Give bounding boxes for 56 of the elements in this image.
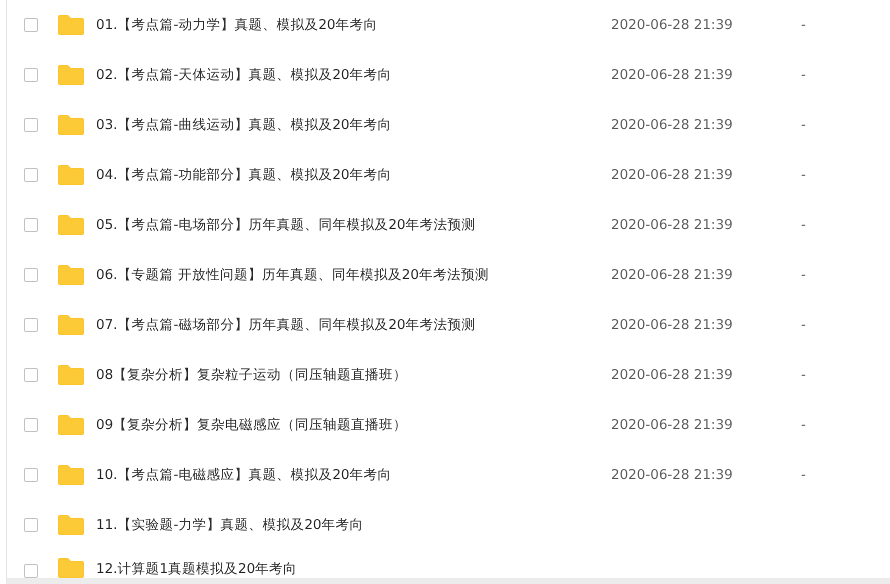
folder-icon xyxy=(58,265,84,285)
file-size: - xyxy=(801,17,806,33)
modified-date: 2020-06-28 21:39 xyxy=(611,17,734,33)
folder-icon xyxy=(58,165,84,185)
folder-name[interactable]: 12.计算题1真题模拟及20年考向 xyxy=(96,560,611,578)
folder-name[interactable]: 01.【考点篇-动力学】真题、模拟及20年考向 xyxy=(96,16,611,34)
folder-name[interactable]: 06.【专题篇 开放性问题】历年真题、同年模拟及20年考法预测 xyxy=(96,266,611,284)
folder-icon xyxy=(58,465,84,485)
checkbox[interactable] xyxy=(24,18,38,32)
modified-date: 2020-06-28 21:39 xyxy=(611,417,734,433)
folder-name[interactable]: 08【复杂分析】复杂粒子运动（同压轴题直播班） xyxy=(96,366,611,384)
modified-date: 2020-06-28 21:39 xyxy=(611,117,734,133)
folder-icon xyxy=(58,115,84,135)
modified-date: 2020-06-28 21:39 xyxy=(611,267,734,283)
file-size: - xyxy=(801,467,806,483)
folder-name[interactable]: 04.【考点篇-功能部分】真题、模拟及20年考向 xyxy=(96,166,611,184)
folder-icon xyxy=(58,415,84,435)
modified-date: 2020-06-28 21:39 xyxy=(611,217,734,233)
file-size: - xyxy=(801,417,806,433)
file-size: - xyxy=(801,367,806,383)
modified-date: 2020-06-28 21:39 xyxy=(611,317,734,333)
checkbox[interactable] xyxy=(24,68,38,82)
folder-icon xyxy=(58,315,84,335)
folder-icon xyxy=(58,65,84,85)
checkbox[interactable] xyxy=(24,368,38,382)
folder-name[interactable]: 03.【考点篇-曲线运动】真题、模拟及20年考向 xyxy=(96,116,611,134)
checkbox[interactable] xyxy=(24,318,38,332)
file-size: - xyxy=(801,317,806,333)
folder-name[interactable]: 02.【考点篇-天体运动】真题、模拟及20年考向 xyxy=(96,66,611,84)
folder-name[interactable]: 07.【考点篇-磁场部分】历年真题、同年模拟及20年考法预测 xyxy=(96,316,611,334)
folder-icon xyxy=(58,15,84,35)
checkbox[interactable] xyxy=(24,518,38,532)
folder-name[interactable]: 11.【实验题-力学】真题、模拟及20年考向 xyxy=(96,516,611,534)
modified-date: 2020-06-28 21:39 xyxy=(611,167,734,183)
modified-date: 2020-06-28 21:39 xyxy=(611,467,734,483)
modified-date: 2020-06-28 21:39 xyxy=(611,67,734,83)
folder-name[interactable]: 10.【考点篇-电磁感应】真题、模拟及20年考向 xyxy=(96,466,611,484)
checkbox[interactable] xyxy=(24,168,38,182)
file-size: - xyxy=(801,67,806,83)
checkbox[interactable] xyxy=(24,418,38,432)
file-size: - xyxy=(801,267,806,283)
modified-date: 2020-06-28 21:39 xyxy=(611,367,734,383)
folder-name[interactable]: 09【复杂分析】复杂电磁感应（同压轴题直播班） xyxy=(96,416,611,434)
checkbox[interactable] xyxy=(24,468,38,482)
file-size: - xyxy=(801,117,806,133)
folder-icon xyxy=(58,558,84,578)
folder-icon xyxy=(58,215,84,235)
checkbox[interactable] xyxy=(24,564,38,578)
file-size: - xyxy=(801,167,806,183)
file-size: - xyxy=(801,217,806,233)
checkbox[interactable] xyxy=(24,118,38,132)
folder-icon xyxy=(58,365,84,385)
folder-name[interactable]: 05.【考点篇-电场部分】历年真题、同年模拟及20年考法预测 xyxy=(96,216,611,234)
checkbox[interactable] xyxy=(24,268,38,282)
checkbox[interactable] xyxy=(24,218,38,232)
folder-icon xyxy=(58,515,84,535)
